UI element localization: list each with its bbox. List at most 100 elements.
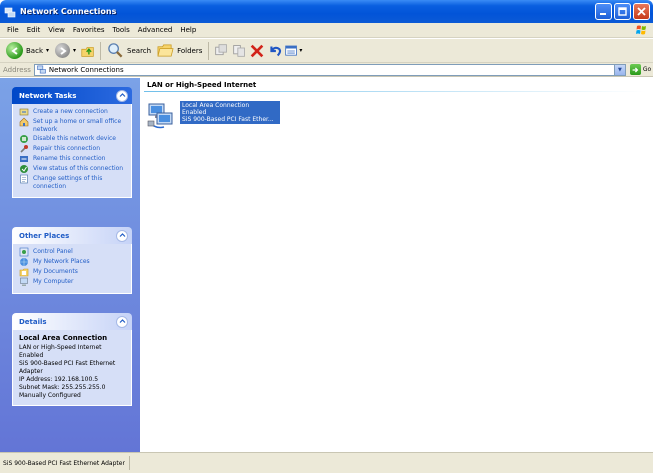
up-folder-button[interactable] xyxy=(79,42,97,60)
menu-favorites[interactable]: Favorites xyxy=(69,26,109,34)
computer-icon xyxy=(20,277,28,286)
place-label: My Computer xyxy=(33,278,74,285)
connection-status: Enabled xyxy=(182,109,207,116)
go-label: Go xyxy=(642,66,652,73)
forward-arrow-icon xyxy=(55,43,71,58)
views-dropdown-icon[interactable]: ▾ xyxy=(299,47,302,54)
documents-icon xyxy=(19,268,29,277)
folders-button[interactable]: Folders xyxy=(154,41,205,61)
menu-edit[interactable]: Edit xyxy=(23,26,45,34)
back-dropdown-icon[interactable]: ▾ xyxy=(46,47,49,54)
views-icon xyxy=(285,45,298,56)
back-label: Back xyxy=(26,46,43,55)
place-label: My Network Places xyxy=(33,258,90,265)
menu-file[interactable]: File xyxy=(3,26,23,34)
details-header[interactable]: Details xyxy=(12,313,132,330)
repair-icon xyxy=(20,145,28,153)
control-panel-icon xyxy=(19,247,29,257)
go-button[interactable]: Go xyxy=(629,64,652,75)
place-my-computer[interactable]: My Computer xyxy=(19,277,126,287)
connection-name: Local Area Connection xyxy=(182,102,250,109)
task-repair-connection[interactable]: Repair this connection xyxy=(19,145,126,154)
collapse-other-places-icon[interactable] xyxy=(116,229,128,242)
network-tasks-title: Network Tasks xyxy=(19,91,77,100)
connection-label[interactable]: Local Area Connection Enabled SiS 900-Ba… xyxy=(180,101,280,124)
search-button[interactable]: Search xyxy=(104,41,154,61)
delete-button[interactable] xyxy=(248,42,266,60)
title-bar[interactable]: Network Connections xyxy=(0,0,653,23)
menu-help[interactable]: Help xyxy=(176,26,200,34)
details-body: Local Area Connection LAN or High-Speed … xyxy=(12,330,132,406)
rename-icon xyxy=(20,156,28,162)
close-button[interactable] xyxy=(633,3,650,20)
copy-to-icon xyxy=(233,45,245,57)
status-bar: SiS 900-Based PCI Fast Ethernet Adapter xyxy=(0,452,653,473)
network-tasks-panel: Network Tasks Create a new connection Se… xyxy=(12,87,132,198)
task-label: Repair this connection xyxy=(33,145,101,152)
network-connections-small-icon xyxy=(37,65,46,74)
settings-icon xyxy=(20,174,28,184)
place-my-documents[interactable]: My Documents xyxy=(19,268,126,277)
details-ip-address: IP Address: 192.168.100.5 xyxy=(19,376,99,383)
address-label: Address xyxy=(3,65,31,74)
menu-tools[interactable]: Tools xyxy=(109,26,134,34)
minimize-button[interactable] xyxy=(595,3,612,20)
toolbar: Back ▾ ▾ Search Folders ▾ xyxy=(0,39,653,63)
place-control-panel[interactable]: Control Panel xyxy=(19,247,126,257)
move-to-button[interactable] xyxy=(212,42,230,60)
connection-device: SiS 900-Based PCI Fast Ether... xyxy=(182,116,274,123)
lan-connection-icon xyxy=(147,103,173,129)
task-disable-device[interactable]: Disable this network device xyxy=(19,135,126,144)
forward-dropdown-icon[interactable]: ▾ xyxy=(73,47,76,54)
folders-label: Folders xyxy=(177,46,203,55)
copy-to-button[interactable] xyxy=(230,42,248,60)
task-label: Disable this network device xyxy=(33,135,117,142)
back-button[interactable]: Back ▾ xyxy=(3,41,52,61)
views-button[interactable]: ▾ xyxy=(284,42,302,60)
details-status: Enabled xyxy=(19,352,44,359)
address-input[interactable]: Network Connections ▼ xyxy=(33,63,626,76)
maximize-icon xyxy=(618,7,627,16)
address-bar: Address Network Connections ▼ Go xyxy=(0,63,653,77)
task-home-network[interactable]: Set up a home or small office network xyxy=(19,117,126,134)
forward-button[interactable]: ▾ xyxy=(52,41,79,61)
place-network-places[interactable]: My Network Places xyxy=(19,258,126,267)
other-places-title: Other Places xyxy=(19,231,70,240)
undo-button[interactable] xyxy=(266,42,284,60)
task-label: Set up a home or small office network xyxy=(33,118,122,133)
details-device-line-2: Adapter xyxy=(19,368,43,375)
home-network-icon xyxy=(19,117,29,127)
search-icon xyxy=(108,43,123,58)
task-pane: Network Tasks Create a new connection Se… xyxy=(0,78,140,452)
undo-icon xyxy=(270,46,282,56)
local-area-connection-item[interactable]: Local Area Connection Enabled SiS 900-Ba… xyxy=(146,101,280,131)
windows-logo-icon xyxy=(636,25,646,35)
disable-device-icon xyxy=(20,135,28,143)
other-places-header[interactable]: Other Places xyxy=(12,227,132,244)
network-places-icon xyxy=(20,258,28,266)
address-dropdown-icon[interactable]: ▼ xyxy=(613,64,625,75)
menu-advanced[interactable]: Advanced xyxy=(134,26,177,34)
connections-view[interactable]: LAN or High-Speed Internet Local Area Co… xyxy=(140,78,653,452)
network-tasks-header[interactable]: Network Tasks xyxy=(12,87,132,104)
maximize-button[interactable] xyxy=(614,3,631,20)
menu-view[interactable]: View xyxy=(44,26,69,34)
task-view-status[interactable]: View status of this connection xyxy=(19,165,126,174)
task-rename-connection[interactable]: Rename this connection xyxy=(19,155,126,164)
status-text: SiS 900-Based PCI Fast Ethernet Adapter xyxy=(3,456,130,470)
collapse-details-icon[interactable] xyxy=(116,315,128,328)
task-change-settings[interactable]: Change settings of this connection xyxy=(19,174,126,191)
details-configuration: Manually Configured xyxy=(19,392,81,399)
group-divider xyxy=(144,91,646,92)
task-label: Create a new connection xyxy=(33,108,108,115)
details-type: LAN or High-Speed Internet xyxy=(19,344,102,351)
place-label: Control Panel xyxy=(33,248,73,255)
group-header: LAN or High-Speed Internet xyxy=(147,81,257,89)
network-connections-icon xyxy=(4,7,16,17)
task-create-connection[interactable]: Create a new connection xyxy=(19,108,126,117)
details-title: Details xyxy=(19,317,47,326)
task-label: View status of this connection xyxy=(33,165,124,172)
window-title: Network Connections xyxy=(20,7,117,16)
back-arrow-icon xyxy=(6,42,23,59)
collapse-network-tasks-icon[interactable] xyxy=(116,89,128,102)
